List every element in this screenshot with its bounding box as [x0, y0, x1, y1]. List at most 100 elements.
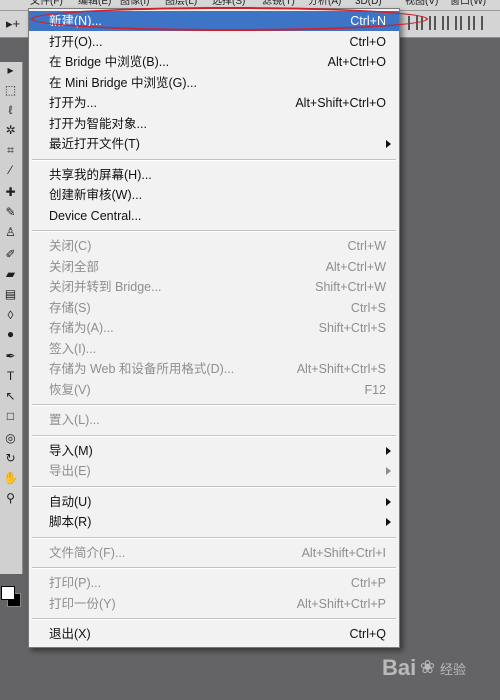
menu-item-label: 打开为智能对象... [49, 116, 147, 131]
menu-item[interactable]: 在 Bridge 中浏览(B)... Alt+Ctrl+O [29, 52, 399, 72]
watermark: Bai ❀ 经验 [382, 655, 492, 695]
dodge-tool-icon[interactable]: ● [2, 326, 19, 343]
align-icon[interactable] [434, 16, 444, 30]
menu-item-label: 关闭全部 [49, 259, 100, 274]
type-tool-icon[interactable]: T [2, 368, 19, 385]
menu-item-label: 导出(E) [49, 464, 91, 478]
menu-item: 文件简介(F)... Alt+Shift+Ctrl+I [29, 543, 399, 563]
blur-tool-icon[interactable]: ◊ [2, 307, 19, 324]
lasso-tool-icon[interactable]: ℓ [2, 102, 19, 119]
history-brush-tool-icon[interactable]: ✐ [2, 246, 19, 263]
menu-separator [32, 158, 396, 161]
eyedropper-tool-icon[interactable]: ⁄ [2, 162, 19, 179]
pen-tool-icon[interactable]: ✒ [2, 348, 19, 365]
menu-item-label: 文件简介(F)... [49, 545, 126, 560]
menubar-item[interactable]: 图像(I) [120, 0, 149, 7]
menubar-item[interactable]: 视图(V) [405, 0, 438, 7]
menubar-item[interactable]: 滤镜(T) [262, 0, 295, 7]
menu-item-label: 最近打开文件(T) [49, 137, 140, 151]
submenu-arrow-icon [386, 467, 391, 475]
zoom-tool-icon[interactable]: ⚲ [2, 490, 19, 507]
eraser-tool-icon[interactable]: ▰ [2, 266, 19, 283]
menu-item-shortcut: Alt+Shift+Ctrl+S [296, 362, 386, 376]
menu-item: 打印(P)... Ctrl+P [29, 573, 399, 593]
menu-item: 打印一份(Y) Alt+Shift+Ctrl+P [29, 594, 399, 614]
menu-item[interactable]: 脚本(R) [29, 512, 399, 532]
clone-stamp-tool-icon[interactable]: ♙ [2, 224, 19, 241]
menu-item-label: 存储(S) [49, 300, 91, 315]
menu-separator [32, 485, 396, 488]
menu-item[interactable]: 在 Mini Bridge 中浏览(G)... [29, 73, 399, 93]
menu-item-label: 在 Bridge 中浏览(B)... [49, 55, 170, 69]
menu-item-label: 退出(X) [49, 627, 91, 641]
menu-item: 关闭(C) Ctrl+W [29, 236, 399, 256]
menu-item: 关闭全部 Alt+Ctrl+W [29, 257, 399, 277]
hand-tool-icon[interactable]: ✋ [2, 470, 19, 487]
3d-orbit-tool-icon[interactable]: ↻ [2, 450, 19, 467]
menubar-item[interactable]: 3D(D) [355, 0, 382, 7]
menu-item: 恢复(V) F12 [29, 380, 399, 400]
menu-item[interactable]: 退出(X) Ctrl+Q [29, 624, 399, 644]
move-tool-icon[interactable]: ▸+ [6, 16, 20, 32]
menu-item[interactable]: 自动(U) [29, 492, 399, 512]
path-select-tool-icon[interactable]: ↖ [2, 388, 19, 405]
submenu-arrow-icon [386, 140, 391, 148]
menu-item-shortcut: Ctrl+W [347, 239, 386, 253]
menu-item[interactable]: 创建新审核(W)... [29, 185, 399, 205]
align-icon[interactable] [460, 16, 470, 30]
menu-item[interactable]: 打开(O)... Ctrl+O [29, 32, 399, 52]
align-icon[interactable] [447, 16, 457, 30]
menu-item-label: 在 Mini Bridge 中浏览(G)... [49, 75, 197, 90]
marquee-tool-icon[interactable]: ⬚ [2, 82, 19, 99]
menu-separator [32, 536, 396, 539]
menu-item[interactable]: 导入(M) [29, 441, 399, 461]
menu-item[interactable]: 最近打开文件(T) [29, 134, 399, 154]
submenu-arrow-icon [386, 518, 391, 526]
menu-item[interactable]: 打开为... Alt+Shift+Ctrl+O [29, 93, 399, 113]
menu-item[interactable]: 共享我的屏幕(H)... [29, 165, 399, 185]
align-icon[interactable] [473, 16, 483, 30]
menu-item: 导出(E) [29, 461, 399, 481]
menu-item-label: 关闭并转到 Bridge... [49, 280, 162, 294]
menubar-item[interactable]: 分析(A) [308, 0, 341, 7]
menu-separator [32, 567, 396, 569]
healing-brush-tool-icon[interactable]: ✚ [2, 184, 19, 201]
gradient-tool-icon[interactable]: ▤ [2, 286, 19, 303]
menu-item[interactable]: Device Central... [29, 206, 399, 226]
tools-panel: ▸ ⬚ ℓ ✲ ⌗ ⁄ ✚ ✎ ♙ ✐ ▰ ▤ ◊ ● ✒ T ↖ □ ◎ ↻ ✋ ⚲ [0, 62, 23, 607]
menu-item: 存储(S) Ctrl+S [29, 298, 399, 318]
menubar-item[interactable]: 编辑(E) [78, 0, 111, 7]
menubar-item[interactable]: 选择(S) [212, 0, 245, 7]
brush-tool-icon[interactable]: ✎ [2, 204, 19, 221]
move-tool-icon[interactable]: ▸ [2, 62, 19, 79]
menu-item-label: 导入(M) [49, 443, 93, 458]
rectangle-tool-icon[interactable]: □ [2, 408, 19, 425]
menu-separator [32, 434, 396, 437]
menu-item-label: 打印(P)... [49, 576, 102, 590]
menubar-item[interactable]: 窗口(W) [450, 0, 486, 7]
3d-rotate-tool-icon[interactable]: ◎ [2, 430, 19, 447]
menu-item-label: 存储为(A)... [49, 321, 114, 335]
menu-item-shortcut: Ctrl+O [349, 34, 386, 49]
menu-item-shortcut: Alt+Shift+Ctrl+O [295, 96, 386, 110]
menu-item[interactable]: 打开为智能对象... [29, 114, 399, 134]
menu-item-label: 打印一份(Y) [49, 596, 116, 611]
menu-item: 存储为(A)... Shift+Ctrl+S [29, 318, 399, 338]
annotation-oval [31, 7, 428, 31]
menu-item-shortcut: Ctrl+Q [349, 627, 386, 641]
menu-item-label: 恢复(V) [49, 382, 91, 397]
menubar-item[interactable]: 文件(F) [30, 0, 63, 7]
watermark-suffix: 经验 [440, 662, 467, 677]
menu-item-label: 脚本(R) [49, 515, 92, 529]
menu-separator [32, 618, 396, 620]
submenu-arrow-icon [386, 446, 391, 455]
crop-tool-icon[interactable]: ⌗ [2, 142, 19, 159]
menubar-item[interactable]: 图层(L) [165, 0, 197, 7]
submenu-arrow-icon [386, 497, 391, 506]
paw-icon: ❀ [420, 657, 436, 677]
quick-select-tool-icon[interactable]: ✲ [2, 122, 19, 139]
menu-item-shortcut: Shift+Ctrl+S [318, 321, 386, 335]
menu-item-shortcut: Ctrl+S [350, 300, 386, 315]
foreground-color-swatch[interactable] [1, 586, 15, 600]
menu-item-label: 存储为 Web 和设备所用格式(D)... [49, 362, 235, 376]
